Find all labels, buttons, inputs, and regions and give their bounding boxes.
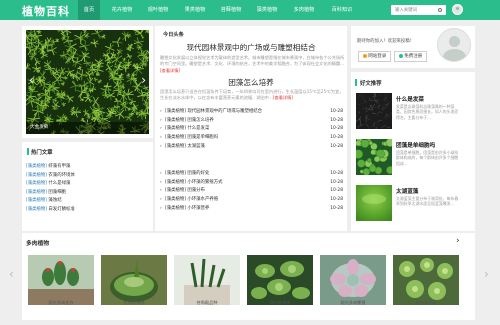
news-item[interactable]: [藻类植物] 小环藻营养10-28 (160, 205, 343, 214)
section-marker (27, 148, 29, 155)
succulent-caption-5[interactable]: 观光多肉繁殖 (320, 300, 386, 306)
headline-title-1[interactable]: 现代园林景观中的广场或与雕塑相结合 (155, 42, 347, 53)
list-item[interactable]: [藻类植物] 什么是绿藻 (26, 180, 149, 189)
succulent-caption-1[interactable]: 观光多肉花卉 (28, 300, 94, 306)
site-logo[interactable]: 植物百科 (22, 3, 70, 19)
carousel-prev-icon[interactable]: ‹ (9, 268, 14, 280)
headline-title-2[interactable]: 团藻怎么培养 (155, 77, 347, 88)
news-item[interactable]: [藻类植物] 小环藻水产养殖10-28 (160, 196, 343, 205)
nav-foliage[interactable]: 观叶植物 (145, 0, 171, 20)
slider-caption: 大金发藓 (26, 122, 149, 134)
news-item[interactable]: [藻类植物] 团藻分布10-28 (160, 187, 343, 196)
succulent-thumbnail-4[interactable] (247, 255, 313, 305)
succulent-caption-4[interactable]: 观光拇多肉 (247, 300, 313, 306)
carousel-next-icon[interactable]: › (484, 268, 489, 280)
succulent-thumbnail-1[interactable] (28, 255, 94, 305)
nav-algae[interactable]: 藻类植物 (254, 0, 280, 20)
recommend-item[interactable]: 团藻是单细胞吗 团藻是单细胞，团藻是由许多小球形群体构成的，每个群体由许多个细胞… (356, 139, 462, 179)
search-icon[interactable] (438, 7, 442, 12)
news-list-b: [藻类植物] 团藻的好处10-28 [藻类植物] 小环藻的繁殖方式10-28 [… (160, 170, 343, 214)
nav-succulents[interactable]: 多肉植物 (291, 0, 317, 20)
chevron-right-icon[interactable]: › (456, 237, 460, 246)
list-item[interactable]: [藻类植物] 虾藻有甲藻 (26, 163, 149, 172)
green-algae-thumbnail (356, 139, 392, 175)
succulent-thumbnail-3[interactable] (174, 255, 240, 305)
nav-mosses[interactable]: 苔藓植物 (218, 0, 244, 20)
recommend-item[interactable]: 什么是发菜 发菜是念珠藻科念珠藻属的一种藻类，因其色黑而细长，如人的头发而得名，… (356, 93, 462, 133)
top-navigation-bar: 植物百科 首页 花卉植物 观叶植物 果类植物 苔藓植物 藻类植物 多肉植物 百科… (0, 0, 500, 20)
black-moss-thumbnail (356, 93, 392, 129)
news-item[interactable]: [藻类植物] 团藻是单细胞吗10-28 (160, 134, 343, 143)
featured-slider[interactable]: ‹ › 大金发藓 (26, 30, 149, 134)
succulent-caption-6[interactable]: 有枝球有毒 (393, 300, 459, 306)
succulent-caption-3[interactable]: 苍角殿品种 (174, 300, 240, 306)
succulent-thumbnail-5[interactable] (320, 255, 386, 305)
list-item[interactable]: [藻类植物] 衣藻的环境体 (26, 172, 149, 181)
search-placeholder: 输入关键词 (395, 8, 417, 13)
login-icon (362, 53, 367, 58)
recommend-title: 好文推荐 (360, 81, 382, 87)
list-item[interactable]: [藻类植物] 团藻细胞 (26, 189, 149, 198)
moss-photo (26, 30, 149, 134)
headline-summary-2: 团藻怎么培养只适合在恒温条件下培育，一年四季均可在室内进行。生长温度以15℃至2… (160, 89, 344, 101)
register-button[interactable]: 免费注册 (394, 51, 427, 62)
read-more-link[interactable]: [查看详情] (160, 68, 180, 73)
list-item[interactable]: [藻类植物] 白发灯鳞标准 (26, 206, 149, 215)
headline-summary-1: 雕塑文化发展以立体视觉艺术为载体的造型艺术。城市雕塑是指在城市景观中，在城市各个… (160, 55, 345, 73)
news-item[interactable]: [藻类植物] 什么是发菜10-28 (160, 125, 343, 134)
nav-fruits[interactable]: 果类植物 (182, 0, 208, 20)
cyanobacteria-thumbnail (356, 185, 392, 221)
news-list-a: [藻类植物] 现代园林景观中的广场或与雕塑相结合10-28 [藻类植物] 团藻怎… (160, 108, 343, 152)
slider-next-icon[interactable]: › (141, 74, 146, 86)
nav-home[interactable]: 首页 (78, 0, 100, 20)
recommend-item[interactable]: 太湖蓝藻 太湖蓝藻主要分布于湖湾处，每年春季到秋季太湖水面呈现蓝藻爆发... (356, 185, 462, 225)
news-item[interactable]: [藻类植物] 现代园林景观中的广场或与雕塑相结合10-28 (160, 108, 343, 117)
hot-articles-title: 热门文章 (31, 150, 53, 156)
nav-knowledge[interactable]: 百科知识 (329, 0, 355, 20)
list-item[interactable]: [藻类植物] 藻蚀结 (26, 197, 149, 206)
succulent-section-title: 多肉植物 (26, 241, 50, 247)
search-input[interactable]: 输入关键词 (391, 5, 446, 15)
read-more-link[interactable]: [查看详情] (273, 95, 293, 100)
succulent-thumbnail-6[interactable] (393, 255, 459, 305)
news-item[interactable]: [藻类植物] 团藻怎么培养10-28 (160, 117, 343, 126)
avatar (437, 28, 471, 62)
nav-flowers[interactable]: 花卉植物 (109, 0, 135, 20)
welcome-text: 期待你的加入！欢迎来投稿！ (357, 39, 415, 44)
hot-articles-list: [藻类植物] 虾藻有甲藻 [藻类植物] 衣藻的环境体 [藻类植物] 什么是绿藻 … (26, 163, 149, 214)
news-item[interactable]: [藻类植物] 团藻的好处10-28 (160, 170, 343, 179)
register-icon (398, 53, 403, 58)
section-marker (355, 79, 357, 86)
today-headline-label: 今日头条 (163, 32, 184, 38)
news-item[interactable]: [藻类植物] 小环藻的繁殖方式10-28 (160, 179, 343, 188)
news-item[interactable]: [藻类植物] 太湖蓝藻10-28 (160, 143, 343, 152)
slider-prev-icon[interactable]: ‹ (29, 74, 34, 86)
login-button[interactable]: 网站登录 (358, 51, 391, 62)
user-avatar-icon[interactable] (452, 4, 463, 15)
succulent-caption-2[interactable]: 苍角殿播种 (101, 300, 167, 306)
succulent-thumbnail-2[interactable] (101, 255, 167, 305)
